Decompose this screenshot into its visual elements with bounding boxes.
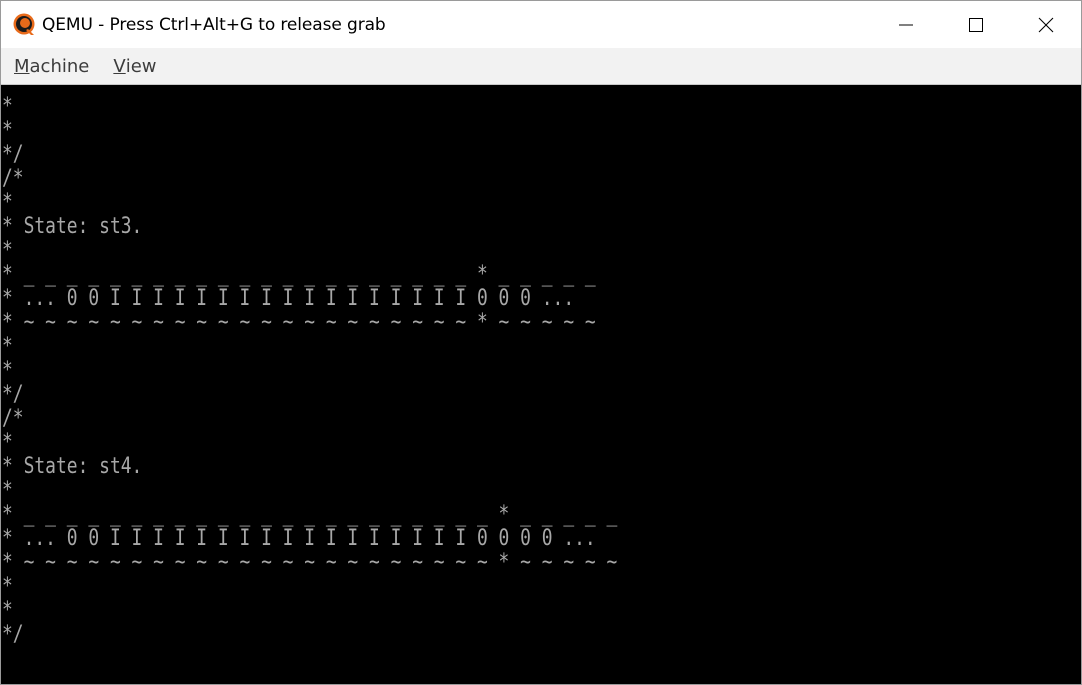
- terminal-line: */: [2, 382, 24, 407]
- terminal-line: *: [2, 574, 13, 599]
- close-icon: [1038, 17, 1054, 32]
- minimize-icon: [899, 24, 913, 25]
- terminal-line: *: [2, 118, 13, 143]
- terminal-line: * State: st3.: [2, 214, 143, 239]
- menu-machine-label: achine: [29, 55, 90, 77]
- terminal-line: * State: st4.: [2, 454, 143, 479]
- maximize-button[interactable]: [941, 1, 1011, 48]
- terminal-line: *: [2, 334, 13, 359]
- title-bar[interactable]: QEMU - Press Ctrl+Alt+G to release grab: [1, 1, 1081, 48]
- terminal-line: *: [2, 238, 13, 263]
- window-controls: [871, 1, 1081, 48]
- close-button[interactable]: [1011, 1, 1081, 48]
- terminal-line: *: [2, 598, 13, 623]
- terminal-line: * ... 0 0 I I I I I I I I I I I I I I I …: [2, 286, 575, 311]
- menu-machine[interactable]: Machine: [1, 48, 101, 85]
- menu-machine-mnemonic: M: [14, 55, 30, 77]
- terminal-output: * ~ ~ ~ ~ ~ ~ ~ ~ ~ ~ ~ ~ ~ ~ ~ ~ ~ ~ ~ …: [2, 85, 617, 647]
- maximize-icon: [969, 17, 983, 32]
- terminal-line: *: [2, 358, 13, 383]
- terminal-line: * ~ ~ ~ ~ ~ ~ ~ ~ ~ ~ ~ ~ ~ ~ ~ ~ ~ ~ ~ …: [2, 310, 596, 335]
- menu-view[interactable]: View: [101, 48, 168, 85]
- terminal-line: /*: [2, 166, 24, 191]
- terminal-line: * _ _ _ _ _ _ _ _ _ _ _ _ _ _ _ _ _ _ _ …: [2, 262, 596, 287]
- menu-view-mnemonic: V: [113, 55, 126, 77]
- menu-bar: Machine View: [1, 48, 1081, 85]
- window-title: QEMU - Press Ctrl+Alt+G to release grab: [42, 14, 386, 35]
- terminal-line: *: [2, 430, 13, 455]
- terminal-line: */: [2, 142, 24, 167]
- terminal-line: * ~ ~ ~ ~ ~ ~ ~ ~ ~ ~ ~ ~ ~ ~ ~ ~ ~ ~ ~ …: [2, 85, 617, 95]
- qemu-logo-icon: [13, 13, 35, 35]
- terminal-line: * ... 0 0 I I I I I I I I I I I I I I I …: [2, 526, 596, 551]
- minimize-button[interactable]: [871, 1, 941, 48]
- terminal-line: *: [2, 478, 13, 503]
- terminal-line: * ~ ~ ~ ~ ~ ~ ~ ~ ~ ~ ~ ~ ~ ~ ~ ~ ~ ~ ~ …: [2, 550, 618, 575]
- vm-display[interactable]: * ~ ~ ~ ~ ~ ~ ~ ~ ~ ~ ~ ~ ~ ~ ~ ~ ~ ~ ~ …: [1, 85, 1081, 684]
- terminal-line: *: [2, 94, 13, 119]
- terminal-line: *: [2, 190, 13, 215]
- terminal-line: */: [2, 622, 24, 647]
- terminal-line: /*: [2, 406, 24, 431]
- terminal-line: * _ _ _ _ _ _ _ _ _ _ _ _ _ _ _ _ _ _ _ …: [2, 502, 618, 527]
- menu-view-label: iew: [125, 55, 157, 77]
- qemu-window: QEMU - Press Ctrl+Alt+G to release grab: [0, 0, 1082, 685]
